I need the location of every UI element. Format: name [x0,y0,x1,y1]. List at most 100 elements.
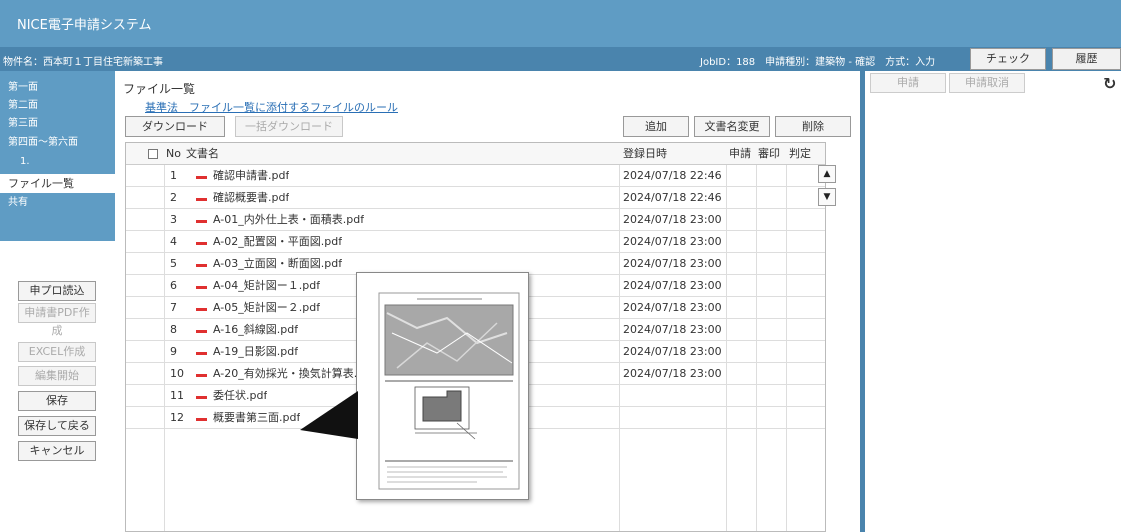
pdf-preview-popup [356,272,529,500]
sidebar: 第一面 第二面 第三面 第四面～第六面 1. ファイル一覧 共有 [0,71,115,241]
row-date: 2024/07/18 23:00 [623,301,722,314]
cancel-apply-button[interactable]: 申請取消 [949,73,1025,93]
sidebar-item-page4-6[interactable]: 第四面～第六面 [0,134,115,151]
row-date: 2024/07/18 23:00 [623,257,722,270]
row-date: 2024/07/18 23:00 [623,279,722,292]
row-date: 2024/07/18 23:00 [623,345,722,358]
row-no: 4 [170,235,177,248]
column-header-judge: 判定 [789,147,811,160]
column-header-name: 文書名 [186,147,219,160]
pdf-file-icon [196,305,207,311]
row-no: 8 [170,323,177,336]
row-no: 9 [170,345,177,358]
apply-button[interactable]: 申請 [870,73,946,93]
checkbox-icon [148,149,158,159]
check-button[interactable]: チェック [970,48,1046,70]
page-title: ファイル一覧 [123,82,196,96]
pdf-file-icon [196,371,207,377]
pdf-file-icon [196,415,207,421]
pdf-file-icon [196,283,207,289]
delete-button[interactable]: 削除 [775,116,851,137]
refresh-icon[interactable]: ↻ [1103,74,1116,93]
sidebar-item-shared[interactable]: 共有 [0,194,115,211]
start-edit-button[interactable]: 編集開始 [18,366,96,386]
table-row[interactable]: 3 A-01_内外仕上表・面積表.pdf 2024/07/18 23:00 [126,209,825,231]
row-date: 2024/07/18 22:46 [623,169,722,182]
preview-pointer [300,391,358,439]
chevron-down-icon: ▼ [823,192,831,202]
bulk-download-button[interactable]: 一括ダウンロード [235,116,343,137]
row-no: 10 [170,367,184,380]
download-button[interactable]: ダウンロード [125,116,225,137]
row-no: 12 [170,411,184,424]
pdf-file-icon [196,393,207,399]
column-header-seal: 審印 [758,147,780,160]
row-name: 委任状.pdf [213,389,268,402]
cancel-button[interactable]: キャンセル [18,441,96,461]
row-date: 2024/07/18 23:00 [623,323,722,336]
save-and-back-button[interactable]: 保存して戻る [18,416,96,436]
pdf-file-icon [196,239,207,245]
add-button[interactable]: 追加 [623,116,689,137]
app-window: NICE電子申請システム 物件名：西本町１丁目住宅新築工事 JobID：188 … [0,0,1121,532]
table-row[interactable]: 1 確認申請書.pdf 2024/07/18 22:46 [126,165,825,187]
title-bar: NICE電子申請システム [0,0,1121,47]
row-no: 7 [170,301,177,314]
sidebar-item-page1[interactable]: 第一面 [0,79,115,96]
move-up-button[interactable]: ▲ [818,165,836,183]
pdf-file-icon [196,349,207,355]
rename-button[interactable]: 文書名変更 [694,116,770,137]
row-no: 11 [170,389,184,402]
pdf-file-icon [196,327,207,333]
row-name: 確認概要書.pdf [213,191,290,204]
project-name: 物件名：西本町１丁目住宅新築工事 [3,57,163,68]
sidebar-item-page3[interactable]: 第三面 [0,115,115,132]
row-no: 2 [170,191,177,204]
row-date: 2024/07/18 23:00 [623,213,722,226]
row-date: 2024/07/18 23:00 [623,235,722,248]
row-name: A-16_斜線図.pdf [213,323,299,336]
table-row[interactable]: 4 A-02_配置図・平面図.pdf 2024/07/18 23:00 [126,231,825,253]
row-name: 確認申請書.pdf [213,169,290,182]
move-down-button[interactable]: ▼ [818,188,836,206]
info-bar: 物件名：西本町１丁目住宅新築工事 JobID：188 申請種別：建築物 - 確認… [0,47,1121,71]
row-name: A-03_立面図・断面図.pdf [213,257,343,270]
history-button[interactable]: 履歴 [1052,48,1121,70]
pdf-file-icon [196,261,207,267]
table-row[interactable]: 2 確認概要書.pdf 2024/07/18 22:46 [126,187,825,209]
job-info: JobID：188 申請種別：建築物 - 確認 方式：入力 [700,57,936,68]
column-header-apply: 申請 [729,147,751,160]
row-date: 2024/07/18 22:46 [623,191,722,204]
sidebar-item-page2[interactable]: 第二面 [0,97,115,114]
create-pdf-button[interactable]: 申請書PDF作成 [18,303,96,337]
table-header: No 文書名 登録日時 申請 審印 判定 [126,143,825,165]
column-header-no: No [166,147,181,160]
chevron-up-icon: ▲ [823,169,831,179]
sidebar-item-file-list[interactable]: ファイル一覧 [0,174,115,193]
row-no: 1 [170,169,177,182]
right-panel: 申請 申請取消 [865,71,1121,532]
column-header-date: 登録日時 [623,147,667,160]
row-name: A-19_日影図.pdf [213,345,299,358]
row-date: 2024/07/18 23:00 [623,367,722,380]
row-no: 5 [170,257,177,270]
row-name: A-01_内外仕上表・面積表.pdf [213,213,365,226]
read-button[interactable]: 申プロ読込 [18,281,96,301]
row-no: 3 [170,213,177,226]
pdf-file-icon [196,217,207,223]
save-button[interactable]: 保存 [18,391,96,411]
create-excel-button[interactable]: EXCEL作成 [18,342,96,362]
row-name: A-02_配置図・平面図.pdf [213,235,343,248]
row-name: 概要書第三面.pdf [213,411,301,424]
pdf-file-icon [196,173,207,179]
select-all-checkbox[interactable] [148,143,162,164]
app-title: NICE電子申請システム [17,18,152,33]
sidebar-item-sub1[interactable]: 1. [0,153,115,170]
row-no: 6 [170,279,177,292]
row-name: A-05_矩計図ー２.pdf [213,301,321,314]
row-name: A-04_矩計図ー１.pdf [213,279,321,292]
file-rule-link[interactable]: 基準法 ファイル一覧に添付するファイルのルール [145,99,398,115]
pdf-file-icon [196,195,207,201]
row-name: A-20_有効採光・換気計算表.pdf [213,367,376,380]
document-thumbnail [378,292,520,490]
